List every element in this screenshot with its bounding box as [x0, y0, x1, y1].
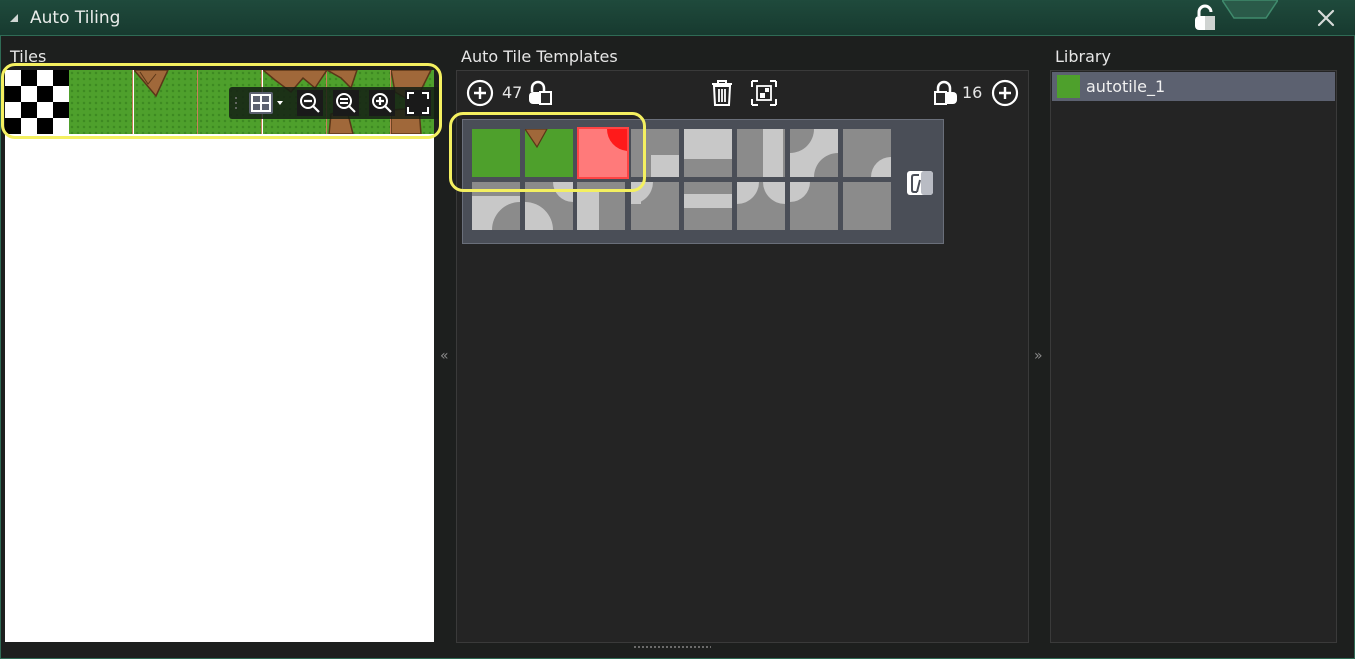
template-slot-7[interactable] — [790, 129, 838, 177]
template-slot-16[interactable] — [843, 182, 891, 230]
template-slot-9[interactable] — [472, 182, 520, 230]
add-tile-right-icon[interactable] — [990, 78, 1020, 108]
add-tile-left-icon[interactable] — [465, 78, 495, 108]
template-slot-15[interactable] — [790, 182, 838, 230]
close-icon[interactable] — [1314, 6, 1338, 30]
lock-icon[interactable] — [1192, 4, 1220, 32]
window-title: Auto Tiling — [30, 8, 121, 28]
template-count-right: 16 — [962, 83, 983, 102]
template-slot-13[interactable] — [684, 182, 732, 230]
collapse-right-splitter[interactable]: » — [1034, 348, 1043, 364]
drag-handle-icon[interactable] — [234, 96, 238, 110]
tiles-toolbar — [229, 87, 440, 119]
template-slot-6[interactable] — [737, 129, 785, 177]
fit-screen-button[interactable] — [405, 90, 431, 116]
tiles-panel[interactable] — [5, 70, 440, 642]
title-notch — [1222, 0, 1278, 19]
zoom-reset-icon — [333, 90, 359, 116]
zoom-out-icon — [297, 90, 323, 116]
template-grid[interactable] — [462, 119, 944, 244]
zoom-in-button[interactable] — [369, 90, 395, 116]
zoom-in-icon — [369, 90, 395, 116]
template-slot-14[interactable] — [737, 182, 785, 230]
fit-screen-icon — [405, 90, 431, 116]
select-region-icon[interactable] — [749, 78, 779, 108]
library-item-label: autotile_1 — [1086, 77, 1166, 96]
template-slot-5[interactable] — [684, 129, 732, 177]
lock-left-icon[interactable] — [526, 78, 554, 108]
collapse-left-splitter[interactable]: « — [440, 348, 449, 364]
tile-grass-dirt[interactable] — [134, 70, 198, 134]
grid-toggle-button[interactable] — [246, 90, 286, 116]
empty-tile[interactable] — [5, 70, 69, 134]
template-slot-11[interactable] — [577, 182, 625, 230]
zoom-reset-button[interactable] — [333, 90, 359, 116]
template-slot-1[interactable] — [472, 129, 520, 177]
template-count-left: 47 — [502, 83, 523, 102]
templates-label: Auto Tile Templates — [461, 47, 618, 66]
template-file-icon[interactable] — [905, 168, 935, 198]
library-label: Library — [1055, 47, 1111, 66]
tile-grass[interactable] — [69, 70, 133, 134]
window-titlebar: Auto Tiling — [0, 0, 1355, 36]
library-panel[interactable] — [1050, 70, 1337, 643]
template-slot-4[interactable] — [631, 129, 679, 177]
template-slot-selected[interactable] — [577, 127, 629, 179]
template-slot-10[interactable] — [525, 182, 573, 230]
resize-grip[interactable] — [633, 645, 711, 649]
template-slot-2[interactable] — [523, 128, 573, 177]
tiles-label: Tiles — [10, 47, 47, 66]
template-slot-12[interactable] — [631, 182, 679, 230]
grid-icon — [249, 92, 283, 114]
library-item-autotile-1[interactable]: autotile_1 — [1052, 72, 1335, 101]
template-slot-8[interactable] — [843, 129, 891, 177]
collapse-icon[interactable] — [10, 14, 18, 22]
trash-icon[interactable] — [708, 78, 736, 108]
tile-swatch — [1057, 75, 1080, 98]
zoom-out-button[interactable] — [297, 90, 323, 116]
lock-right-icon[interactable] — [932, 78, 960, 108]
